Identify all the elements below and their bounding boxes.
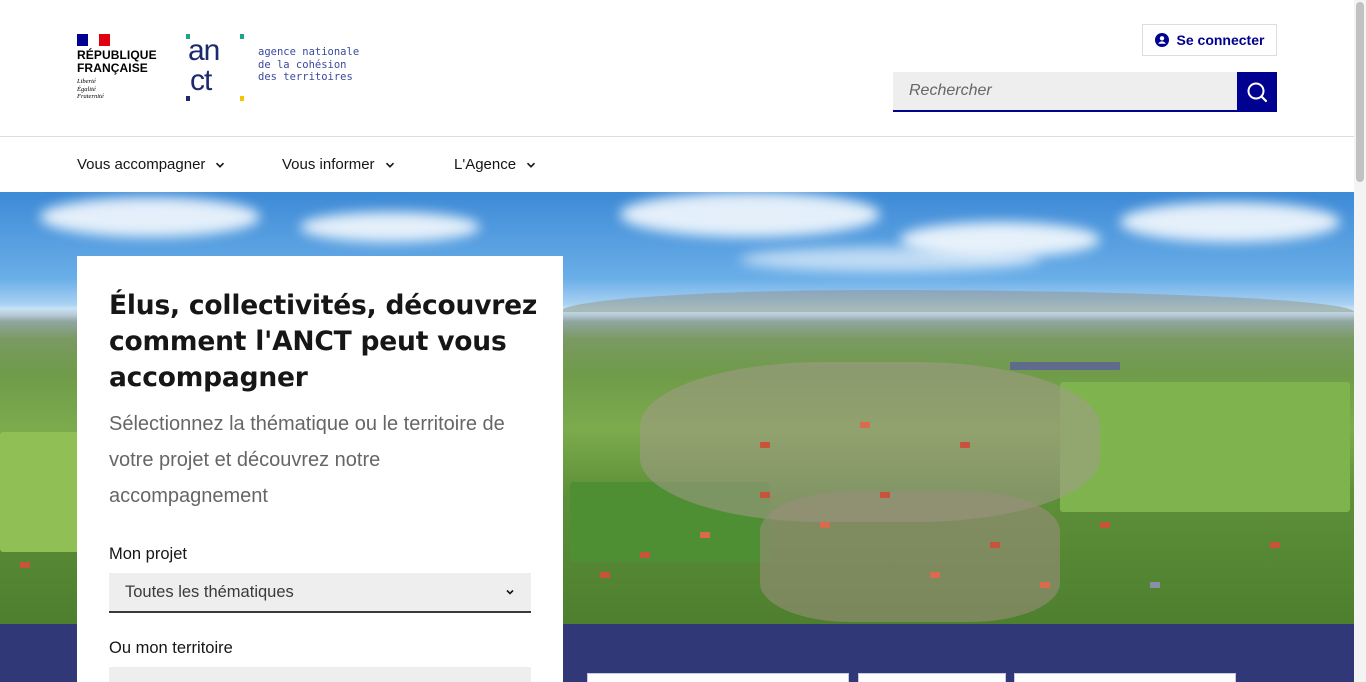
search-bar [893, 72, 1277, 112]
house-roof [760, 492, 770, 498]
band-card[interactable] [587, 673, 849, 682]
house-roof [960, 442, 970, 448]
cloud [620, 192, 880, 237]
project-label: Mon projet [109, 545, 187, 563]
territory-select[interactable] [109, 667, 531, 682]
anct-dot-green [186, 34, 190, 39]
nav-label: Vous informer [282, 156, 375, 173]
cloud [300, 212, 480, 242]
anct-name-line3: des territoires [258, 71, 353, 83]
chevron-down-icon [506, 589, 514, 595]
scrollbar-thumb[interactable] [1356, 2, 1364, 182]
project-finder-card: Élus, collectivités, découvrez comment l… [77, 256, 563, 682]
anct-mark-bottom: ct [190, 64, 212, 97]
green-field [0, 432, 80, 552]
hero-title: Élus, collectivités, découvrez comment l… [109, 290, 538, 393]
cloud [40, 197, 260, 237]
nav-l-agence[interactable]: L'Agence [454, 137, 536, 192]
house-roof [640, 552, 650, 558]
anct-logo[interactable]: an ct [186, 34, 246, 102]
motto-liberte: Liberté [77, 78, 96, 85]
industrial-building [1010, 362, 1120, 370]
chevron-down-icon [527, 162, 536, 168]
house-roof [930, 572, 940, 578]
anct-mark-top: an [188, 34, 220, 67]
search-icon [1247, 82, 1268, 103]
cloud [1120, 202, 1340, 242]
house-roof [20, 562, 30, 568]
house-roof [1270, 542, 1280, 548]
green-field [1060, 382, 1350, 512]
house-roof [1100, 522, 1110, 528]
nav-label: L'Agence [454, 156, 517, 173]
motto-fraternite: Fraternité [77, 93, 104, 100]
anct-dot-yellow [240, 96, 244, 101]
anct-name-line1: agence nationale [258, 46, 360, 58]
house-roof [760, 442, 770, 448]
site-header: RÉPUBLIQUE FRANÇAISE Liberté Égalité Fra… [0, 0, 1354, 137]
nav-vous-accompagner[interactable]: Vous accompagner [77, 137, 225, 192]
login-label: Se connecter [1176, 32, 1265, 48]
nav-label: Vous accompagner [77, 156, 206, 173]
main-navigation: Vous accompagner Vous informer L'Agence [0, 137, 1354, 192]
anct-name-line2: de la cohésion [258, 58, 347, 71]
hero-lead: Sélectionnez la thématique ou le territo… [109, 413, 505, 507]
search-button[interactable] [1237, 72, 1277, 112]
band-card[interactable] [1014, 673, 1236, 682]
village-area [760, 492, 1060, 622]
rf-motto: Liberté Égalité Fraternité [77, 78, 161, 101]
house-roof [860, 422, 870, 428]
house-roof [1040, 582, 1050, 588]
house-roof [600, 572, 610, 578]
territory-label: Ou mon territoire [109, 639, 233, 657]
house-roof [820, 522, 830, 528]
nav-vous-informer[interactable]: Vous informer [282, 137, 395, 192]
anct-full-name: agence nationale de la cohésion des terr… [258, 46, 359, 84]
user-account-icon [1154, 33, 1169, 47]
house-roof [700, 532, 710, 538]
republique-francaise-logo[interactable]: RÉPUBLIQUE FRANÇAISE Liberté Égalité Fra… [77, 34, 161, 101]
distant-mountains [560, 290, 1354, 312]
thematic-select[interactable]: Toutes les thématiques [109, 573, 531, 613]
scrollbar[interactable] [1354, 0, 1366, 682]
rf-name-line2: FRANÇAISE [77, 61, 148, 75]
band-card[interactable] [858, 673, 1006, 682]
login-button[interactable]: Se connecter [1142, 24, 1277, 56]
french-flag-icon [77, 34, 110, 46]
cloud [740, 247, 1040, 272]
house-roof [990, 542, 1000, 548]
anct-dot-teal [240, 34, 244, 39]
anct-dot-navy [186, 96, 190, 101]
chevron-down-icon [385, 162, 394, 168]
search-input[interactable] [893, 72, 1237, 112]
house-roof [1150, 582, 1160, 588]
chevron-down-icon [216, 162, 225, 168]
motto-egalite: Égalité [77, 85, 96, 93]
house-roof [880, 492, 890, 498]
thematic-select-value: Toutes les thématiques [125, 582, 294, 601]
